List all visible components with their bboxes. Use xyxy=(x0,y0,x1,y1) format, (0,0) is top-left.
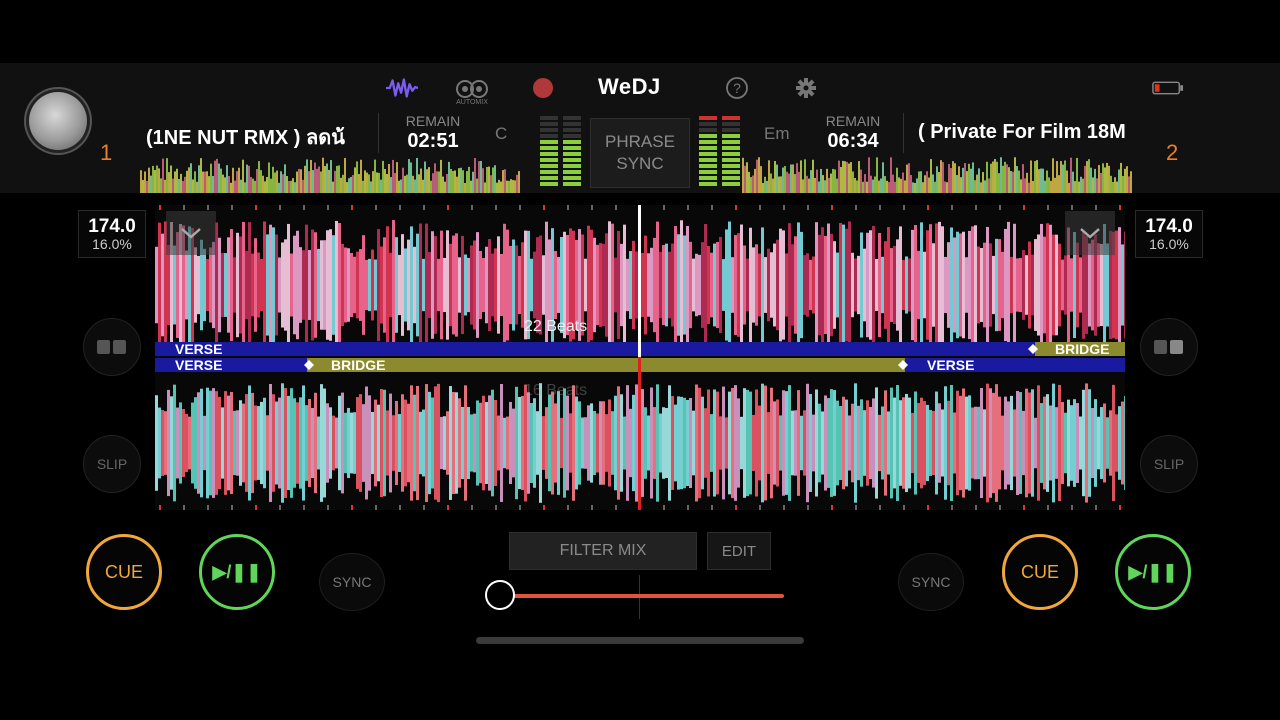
automix-label: AUTOMIX xyxy=(456,98,488,106)
deck1-level-meter-right xyxy=(563,116,581,188)
phrase-sync-line1: PHRASE xyxy=(605,132,675,151)
deck2-number: 2 xyxy=(1166,140,1179,165)
crossfader-handle[interactable] xyxy=(485,580,515,610)
app-logo: WeDJ xyxy=(598,74,661,99)
deck2-key: Em xyxy=(764,124,790,143)
deck2-track-title: ( Private For Film 18M xyxy=(918,121,1126,143)
main-waveform-display[interactable]: VERSE BRIDGE VERSE BRIDGE VERSE 22 Beats 16 … xyxy=(155,205,1125,510)
gear-icon[interactable] xyxy=(790,72,822,104)
battery-icon xyxy=(1152,72,1184,104)
deck1-beats-label: 22 Beats xyxy=(524,318,588,335)
svg-text:?: ? xyxy=(733,80,741,96)
deck1-bpm: 174.0 xyxy=(88,216,136,237)
automix-icon[interactable]: AUTOMIX xyxy=(456,72,488,112)
jog-wheel[interactable] xyxy=(29,92,87,150)
deck1-bpm-display[interactable]: 174.0 16.0% xyxy=(78,210,146,258)
deck2-loop-button[interactable] xyxy=(1140,318,1198,376)
deck1-pitch: 16.0% xyxy=(92,236,132,252)
loop-icon xyxy=(1154,340,1183,354)
deck1-level-meter-left xyxy=(540,116,558,188)
deck1-overview-waveform[interactable] xyxy=(140,155,520,193)
deck2-bpm-display[interactable]: 174.0 16.0% xyxy=(1135,210,1203,258)
deck1-loop-button[interactable] xyxy=(83,318,141,376)
deck2-bpm: 174.0 xyxy=(1145,216,1193,237)
deck1-remain-time: 02:51 xyxy=(407,130,459,152)
crossfader-track[interactable] xyxy=(500,594,784,598)
phrase-sync-button[interactable]: PHRASE SYNC xyxy=(590,118,690,188)
edit-button[interactable]: EDIT xyxy=(707,532,771,570)
divider xyxy=(378,113,379,153)
deck1-key: C xyxy=(495,124,508,143)
phrase-sync-line2: SYNC xyxy=(616,154,664,173)
deck2-collapse-button[interactable] xyxy=(1065,211,1115,255)
record-icon[interactable] xyxy=(527,72,559,104)
deck1-collapse-button[interactable] xyxy=(166,211,216,255)
deck1-number: 1 xyxy=(100,140,113,165)
deck2-beats-label: 16 Beats xyxy=(524,382,588,399)
deck1-sync-button[interactable]: SYNC xyxy=(319,553,385,611)
deck2-level-meter-right xyxy=(722,116,740,188)
phrase-label-bridge: BRIDGE xyxy=(1055,341,1109,357)
loop-icon xyxy=(97,340,126,354)
deck1-play-pause-button[interactable]: ▶/❚❚ xyxy=(199,534,275,610)
deck2-slip-button[interactable]: SLIP xyxy=(1140,435,1198,493)
divider xyxy=(903,113,904,153)
chevron-down-icon xyxy=(181,228,201,239)
chevron-down-icon xyxy=(1080,228,1100,239)
deck2-cue-button[interactable]: CUE xyxy=(1002,534,1078,610)
deck1-slip-button[interactable]: SLIP xyxy=(83,435,141,493)
deck2-sync-button[interactable]: SYNC xyxy=(898,553,964,611)
phrase-label-bridge: BRIDGE xyxy=(331,357,385,373)
deck2-remain-label: REMAIN xyxy=(825,113,881,129)
deck1-cue-button[interactable]: CUE xyxy=(86,534,162,610)
deck2-pitch: 16.0% xyxy=(1149,236,1189,252)
waveform-icon[interactable] xyxy=(386,72,418,104)
deck2-play-pause-button[interactable]: ▶/❚❚ xyxy=(1115,534,1191,610)
help-icon[interactable]: ? xyxy=(721,72,753,104)
filter-mix-button[interactable]: FILTER MIX xyxy=(509,532,697,570)
deck2-remain-time: 06:34 xyxy=(827,130,879,152)
deck1-track-title: (1NE NUT RMX ) ลดน้ xyxy=(146,127,345,149)
phrase-label-verse: VERSE xyxy=(927,357,974,373)
home-indicator xyxy=(476,637,804,644)
phrase-label-verse: VERSE xyxy=(175,357,222,373)
deck1-remain-label: REMAIN xyxy=(405,113,461,129)
deck2-overview-waveform[interactable] xyxy=(742,155,1132,193)
deck2-level-meter-left xyxy=(699,116,717,188)
phrase-label-verse: VERSE xyxy=(175,341,222,357)
